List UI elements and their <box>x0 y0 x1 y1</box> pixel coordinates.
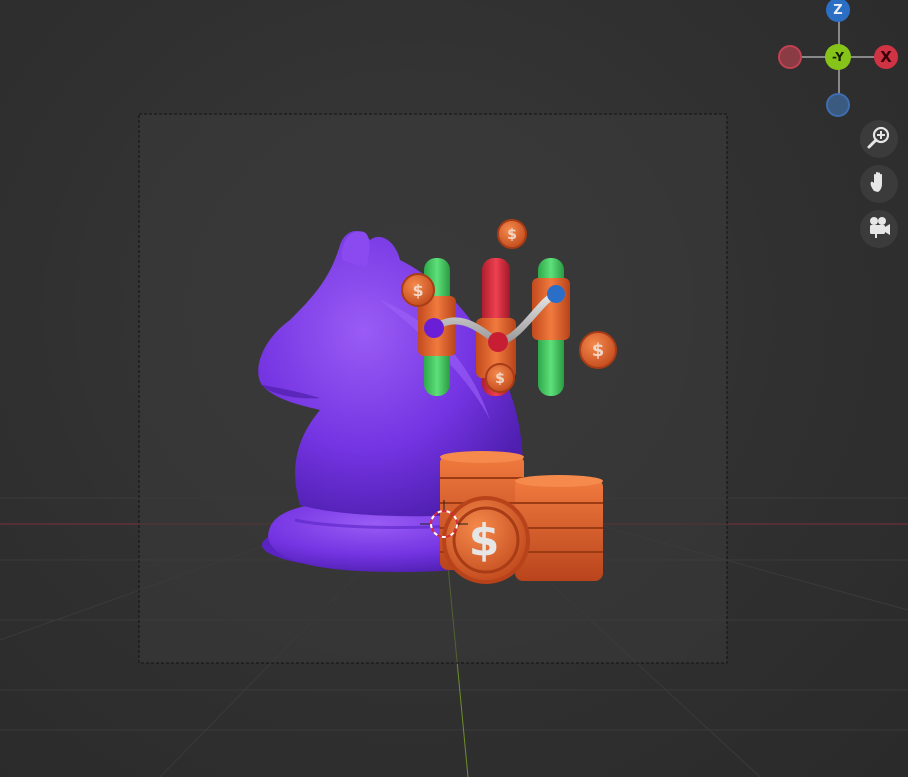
zoom-icon <box>866 124 892 154</box>
gizmo-neg-y-axis[interactable]: -Y <box>825 44 851 70</box>
svg-text:$: $ <box>412 281 423 300</box>
gizmo-z-axis[interactable]: Z <box>826 0 850 22</box>
svg-text:$: $ <box>495 371 505 387</box>
camera-icon <box>866 214 892 244</box>
gizmo-neg-z-axis[interactable] <box>826 93 850 117</box>
3d-viewport[interactable]: $ $ $ $ $ Z -Y X <box>0 0 908 777</box>
zoom-button[interactable] <box>860 120 898 158</box>
navigation-gizmo[interactable]: Z -Y X <box>770 0 906 124</box>
gizmo-neg-x-axis[interactable] <box>778 45 802 69</box>
svg-text:$: $ <box>507 227 517 243</box>
svg-text:$: $ <box>592 340 605 361</box>
camera-view-button[interactable] <box>860 210 898 248</box>
svg-text:$: $ <box>469 515 500 566</box>
hand-icon <box>866 169 892 199</box>
coin-front: $ <box>442 496 530 584</box>
pan-button[interactable] <box>860 165 898 203</box>
gizmo-x-axis[interactable]: X <box>874 45 898 69</box>
